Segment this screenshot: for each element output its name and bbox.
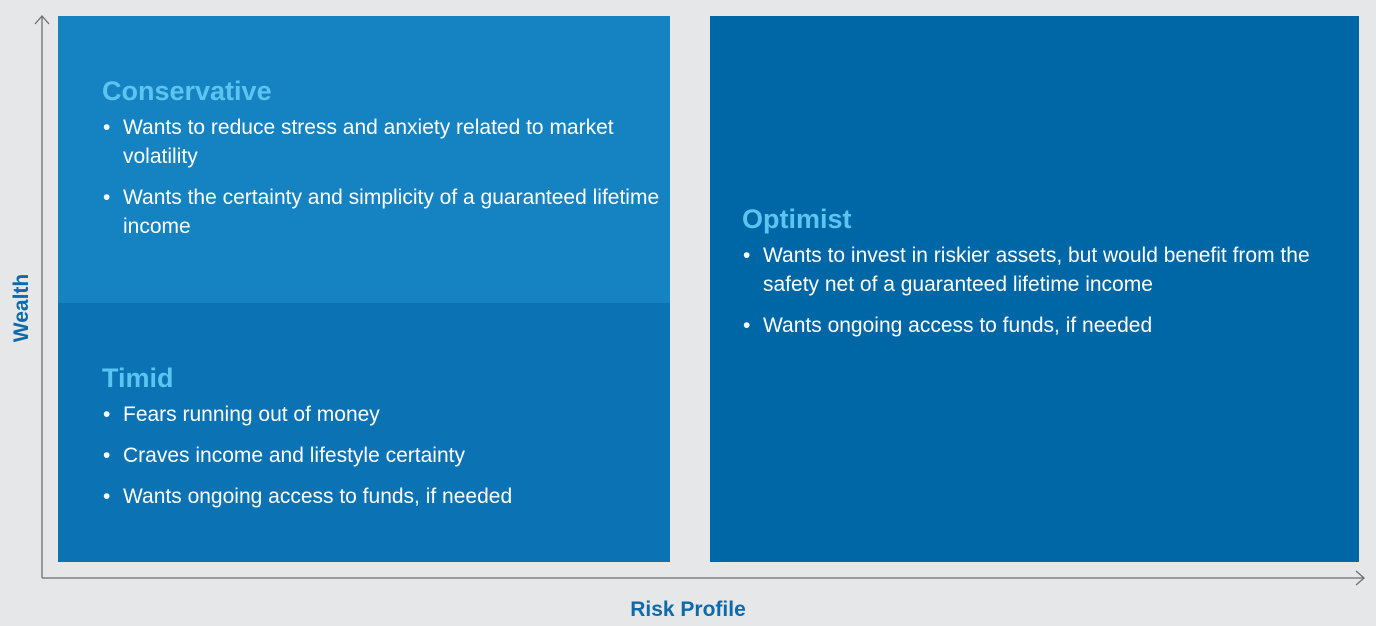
bullet-text: Fears running out of money xyxy=(123,403,380,426)
timid-bullet: • Craves income and lifestyle certainty xyxy=(102,441,662,470)
bullet-dot: • xyxy=(743,314,751,337)
bullet-text: Wants the certainty and simplicity of a … xyxy=(123,186,660,238)
bullet-dot: • xyxy=(103,186,111,209)
bullet-text: Craves income and lifestyle certainty xyxy=(123,444,465,467)
optimist-title: Optimist xyxy=(742,204,852,234)
conservative-bullet-list: • Wants to reduce stress and anxiety rel… xyxy=(102,113,662,241)
bullet-dot: • xyxy=(743,244,751,267)
bullet-dot: • xyxy=(103,444,111,467)
bullet-text: Wants ongoing access to funds, if needed xyxy=(763,314,1153,337)
optimist-section: Optimist • Wants to invest in riskier as… xyxy=(742,202,1342,352)
optimist-bullet: • Wants ongoing access to funds, if need… xyxy=(742,311,1342,340)
bullet-text: Wants to invest in riskier assets, but w… xyxy=(763,244,1310,296)
timid-bullet: • Fears running out of money xyxy=(102,400,662,429)
timid-title: Timid xyxy=(102,363,174,393)
optimist-bullet: • Wants to invest in riskier assets, but… xyxy=(742,241,1342,299)
bullet-dot: • xyxy=(103,403,111,426)
conservative-title: Conservative xyxy=(102,76,272,106)
bullet-text: Wants to reduce stress and anxiety relat… xyxy=(123,116,614,168)
timid-bullet: • Wants ongoing access to funds, if need… xyxy=(102,482,662,511)
conservative-section: Conservative • Wants to reduce stress an… xyxy=(102,74,662,253)
bullet-text: Wants ongoing access to funds, if needed xyxy=(123,485,513,508)
timid-section: Timid • Fears running out of money • Cra… xyxy=(102,361,662,523)
x-axis-label: Risk Profile xyxy=(630,598,746,621)
bullet-dot: • xyxy=(103,485,111,508)
conservative-bullet: • Wants to reduce stress and anxiety rel… xyxy=(102,113,662,171)
conservative-bullet: • Wants the certainty and simplicity of … xyxy=(102,183,662,241)
y-axis-label: Wealth xyxy=(10,273,33,343)
bullet-dot: • xyxy=(103,116,111,139)
optimist-bullet-list: • Wants to invest in riskier assets, but… xyxy=(742,241,1342,340)
timid-bullet-list: • Fears running out of money • Craves in… xyxy=(102,400,662,511)
